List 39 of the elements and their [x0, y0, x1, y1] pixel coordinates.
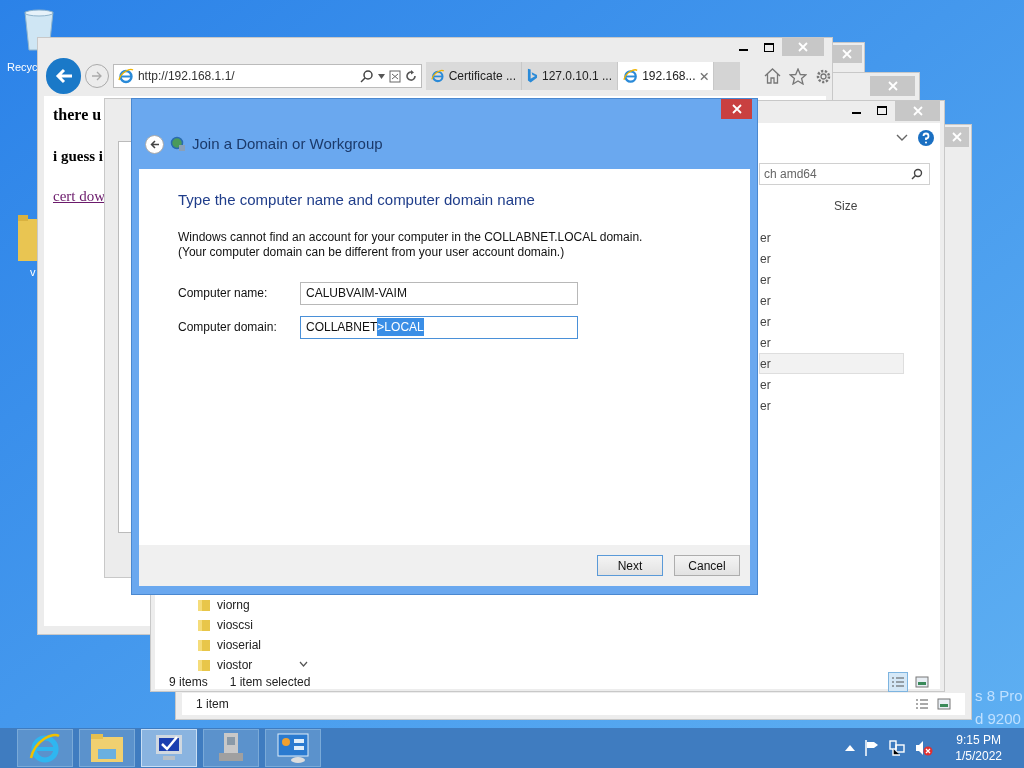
browser-tab[interactable]: 127.0.10.1 ... — [522, 62, 618, 90]
file-row[interactable]: er — [759, 353, 904, 374]
dialog-title: Join a Domain or Workgroup — [192, 133, 383, 154]
address-bar[interactable]: http://192.168.1.1/ — [112, 64, 422, 88]
file-row[interactable]: er — [759, 248, 904, 269]
status-text: 1 item selected — [229, 674, 311, 691]
folder-item[interactable]: vioscsi — [197, 615, 316, 635]
download-link[interactable]: cert dow — [53, 184, 106, 207]
desktop-icon-label: Recyc — [7, 60, 38, 75]
file-row[interactable]: er — [759, 227, 904, 248]
browser-tab[interactable]: Certificate ... — [426, 62, 522, 90]
text-field[interactable]: COLLABNET>LOCAL — [300, 315, 578, 339]
page-heading: there u — [53, 105, 102, 125]
edition-text: s 8 Pro — [975, 686, 1023, 706]
file-row[interactable]: er — [759, 290, 904, 311]
file-row[interactable]: er — [759, 395, 904, 416]
dialog-button[interactable]: Next — [597, 555, 663, 576]
page-text: i guess i — [53, 147, 103, 166]
file-row[interactable]: er — [759, 311, 904, 332]
dialog-button[interactable]: Cancel — [674, 555, 740, 576]
status-text: 9 items — [169, 674, 208, 691]
status-text: 1 item — [196, 696, 229, 713]
message-text: Windows cannot find an account for your computer in the COLLABNET.LOCAL domain. (Your computer domain can be different from your user account domain.) — [178, 229, 644, 260]
file-row[interactable]: er — [759, 269, 904, 290]
search-field[interactable]: ch amd64 — [759, 163, 930, 185]
file-row[interactable]: er — [759, 374, 904, 395]
file-row[interactable]: er — [759, 332, 904, 353]
column-header[interactable]: Size — [834, 197, 858, 215]
edition-text: d 9200 — [975, 709, 1022, 729]
text-field[interactable]: CALUBVAIM-VAIM — [300, 281, 578, 305]
folder-item[interactable]: viostor — [197, 655, 316, 675]
folder-item[interactable]: viorng — [197, 595, 316, 615]
field-label: Computer domain: — [178, 319, 278, 336]
browser-tab[interactable]: 192.168... — [618, 62, 714, 90]
folder-item[interactable]: vioserial — [197, 635, 316, 655]
desktop-icon-label: v — [30, 265, 36, 280]
dialog-heading: Type the computer name and computer domain name — [178, 190, 536, 210]
clock[interactable]: 9:15 PM 1/5/2022 — [955, 732, 1002, 764]
field-label: Computer name: — [178, 285, 269, 302]
